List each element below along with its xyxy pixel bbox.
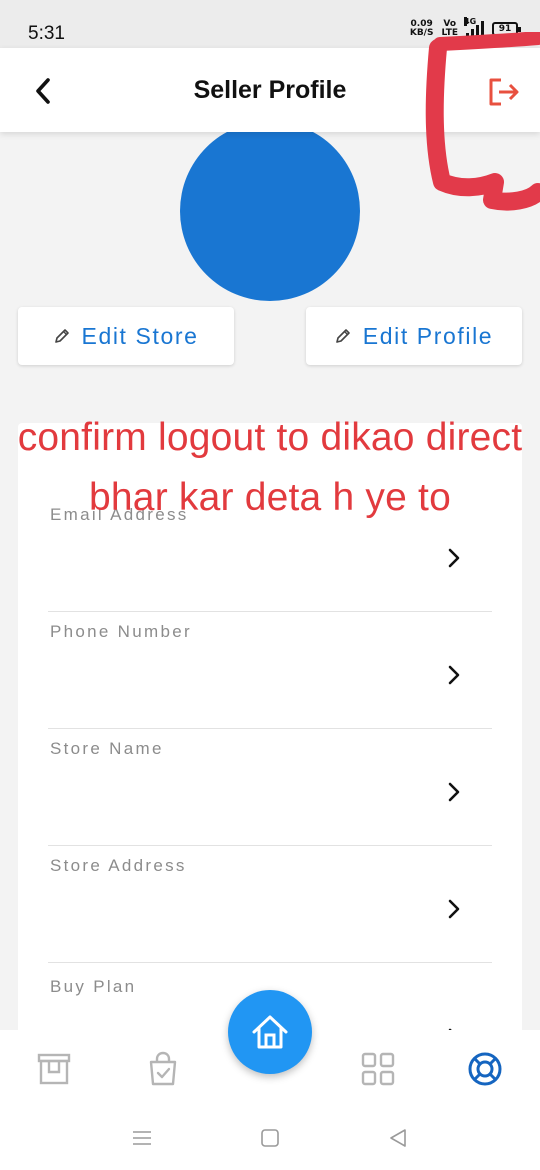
home-button[interactable] bbox=[228, 990, 312, 1074]
home-icon bbox=[252, 1015, 288, 1049]
logout-icon bbox=[489, 78, 519, 106]
store-icon[interactable] bbox=[35, 1050, 73, 1088]
annotation-text: confirm logout to dikao direct bhar kar … bbox=[17, 416, 523, 519]
home-square-icon[interactable] bbox=[258, 1126, 282, 1150]
chevron-right-icon bbox=[448, 899, 460, 919]
app-bar: Seller Profile bbox=[0, 48, 540, 132]
chevron-right-icon bbox=[448, 665, 460, 685]
edit-store-button[interactable]: Edit Store bbox=[18, 307, 234, 365]
edit-store-label: Edit Store bbox=[81, 322, 199, 349]
pencil-icon bbox=[335, 329, 350, 343]
field-label: Buy Plan bbox=[50, 977, 137, 996]
edit-profile-label: Edit Profile bbox=[362, 322, 494, 349]
network-speed: 0.09 KB/S bbox=[410, 20, 434, 38]
page-title: Seller Profile bbox=[193, 76, 347, 104]
lifebuoy-icon[interactable] bbox=[466, 1050, 504, 1088]
logout-button[interactable] bbox=[484, 72, 524, 112]
pencil-icon bbox=[54, 329, 69, 343]
volte-indicator: Vo LTE bbox=[441, 20, 458, 38]
network-type: 4G bbox=[464, 17, 477, 26]
field-phone[interactable]: Phone Number bbox=[48, 612, 492, 729]
system-nav-bar bbox=[0, 1110, 540, 1170]
status-bar: 5:31 0.09 KB/S Vo LTE 4G 91 bbox=[0, 0, 540, 48]
edit-profile-button[interactable]: Edit Profile bbox=[306, 307, 522, 365]
field-label: Store Name bbox=[50, 739, 164, 758]
chevron-right-icon bbox=[448, 548, 460, 568]
shopping-bag-check-icon[interactable] bbox=[144, 1050, 182, 1088]
field-store-address[interactable]: Store Address bbox=[48, 846, 492, 963]
avatar[interactable] bbox=[180, 121, 360, 301]
field-label: Store Address bbox=[50, 856, 187, 875]
volte-bottom: LTE bbox=[441, 28, 458, 38]
menu-icon[interactable] bbox=[130, 1126, 154, 1150]
signal-icon: 4G bbox=[464, 17, 484, 38]
chevron-right-icon bbox=[448, 782, 460, 802]
status-indicators: 0.09 KB/S Vo LTE 4G 91 bbox=[410, 17, 521, 38]
network-speed-unit: KB/S bbox=[409, 28, 434, 38]
grid-icon[interactable] bbox=[359, 1050, 397, 1088]
field-store-name[interactable]: Store Name bbox=[48, 729, 492, 846]
field-label: Phone Number bbox=[50, 622, 192, 641]
status-time: 5:31 bbox=[28, 23, 65, 44]
back-triangle-icon[interactable] bbox=[386, 1126, 410, 1150]
battery-icon: 91 bbox=[492, 22, 521, 36]
